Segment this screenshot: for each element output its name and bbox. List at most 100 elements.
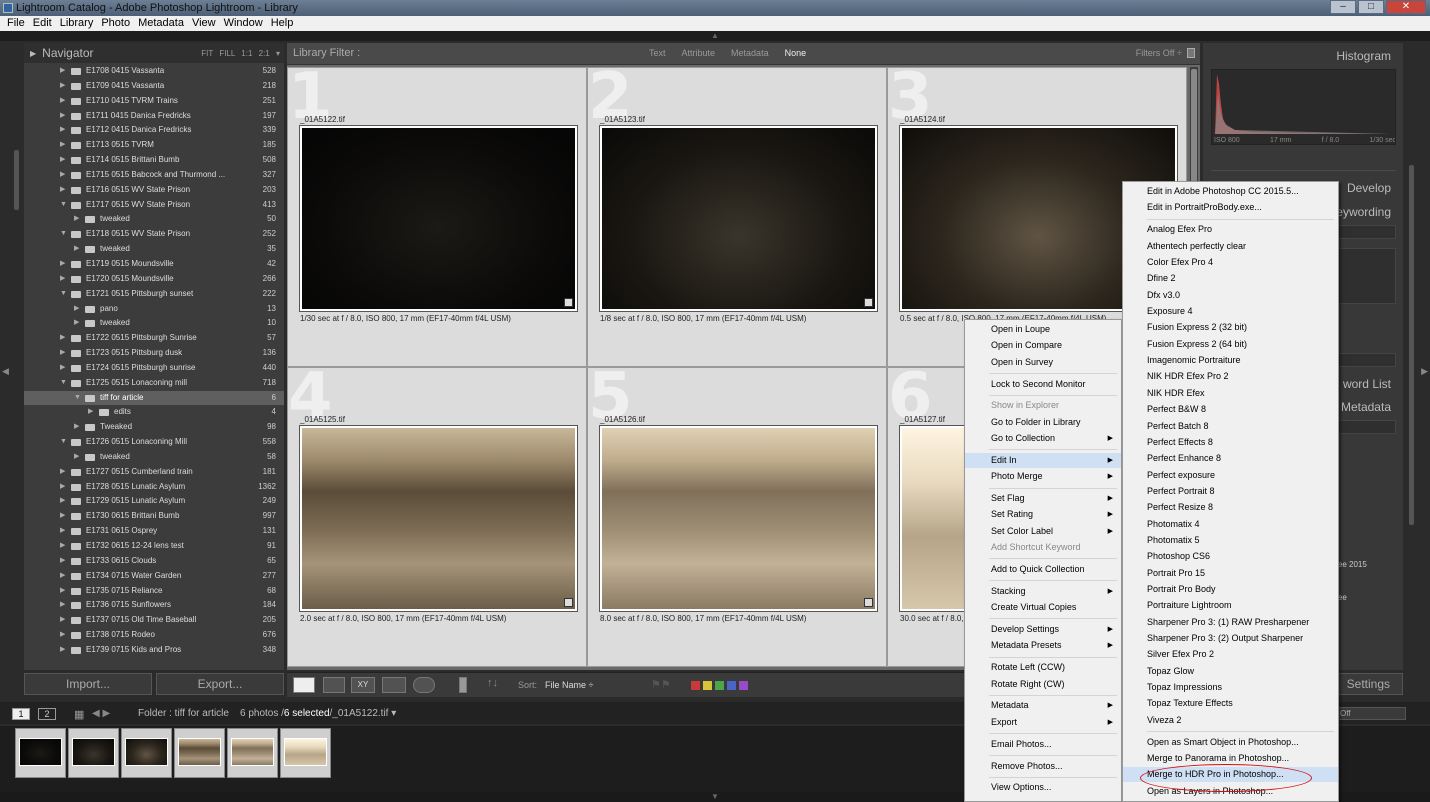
menu-item-nik-hdr-efex[interactable]: NIK HDR Efex [1123, 386, 1338, 401]
folder-row[interactable]: ▼ E1718 0515 WV State Prison 252 [24, 227, 284, 242]
menu-item-sharpener-pro-3-1-raw-presharpener[interactable]: Sharpener Pro 3: (1) RAW Presharpener [1123, 615, 1338, 630]
filter-option-attribute[interactable]: Attribute [682, 48, 716, 58]
menu-item-perfect-b-w-8[interactable]: Perfect B&W 8 [1123, 402, 1338, 417]
folder-row[interactable]: ▶ tweaked 58 [24, 450, 284, 465]
menu-window[interactable]: Window [221, 16, 268, 31]
keywording-panel-title[interactable]: eywording [1336, 205, 1391, 219]
left-panel-toggle-icon[interactable]: ◀ [2, 366, 9, 377]
triangle-down-icon[interactable]: ▼ [60, 287, 67, 302]
triangle-right-icon[interactable]: ▶ [74, 302, 79, 317]
menu-item-imagenomic-portraiture[interactable]: Imagenomic Portraiture [1123, 353, 1338, 368]
folder-row[interactable]: ▶ E1733 0615 Clouds 65 [24, 554, 284, 569]
folder-row[interactable]: ▶ edits 4 [24, 405, 284, 420]
folder-row[interactable]: ▶ E1722 0515 Pittsburgh Sunrise 57 [24, 331, 284, 346]
folder-row[interactable]: ▶ E1732 0615 12-24 lens test 91 [24, 539, 284, 554]
menu-item-photomatix-5[interactable]: Photomatix 5 [1123, 533, 1338, 548]
menu-metadata[interactable]: Metadata [135, 16, 189, 31]
folder-row[interactable]: ▼ tiff for article 6 [24, 390, 284, 406]
triangle-right-icon[interactable]: ▶ [60, 628, 65, 643]
filmstrip-thumbnail[interactable] [15, 728, 66, 778]
triangle-right-icon[interactable]: ▶ [74, 450, 79, 465]
photo-cell[interactable]: 4 _01A5125.tif 2.0 sec at f / 8.0, ISO 800… [287, 360, 587, 667]
menu-file[interactable]: File [4, 16, 30, 31]
triangle-right-icon[interactable]: ▶ [60, 183, 65, 198]
menu-item-rotate-right-cw[interactable]: Rotate Right (CW) [965, 677, 1121, 692]
photo-cell[interactable]: 1 _01A5122.tif 1/30 sec at f / 8.0, ISO 80… [287, 60, 587, 367]
folder-row[interactable]: ▶ E1739 0715 Kids and Pros 348 [24, 643, 284, 658]
menu-item-rotate-left-ccw[interactable]: Rotate Left (CCW) [965, 660, 1121, 675]
photo-thumbnail[interactable] [599, 125, 878, 312]
triangle-right-icon[interactable]: ▶ [60, 598, 65, 613]
filmstrip-thumbnail[interactable] [280, 728, 331, 778]
color-label-swatch[interactable] [703, 681, 712, 690]
triangle-right-icon[interactable]: ▶ [60, 539, 65, 554]
triangle-right-icon[interactable]: ▶ [74, 242, 79, 257]
menu-item-set-rating[interactable]: Set Rating ▶ [965, 507, 1121, 522]
color-label-swatch[interactable] [727, 681, 736, 690]
folder-row[interactable]: ▶ E1723 0515 Pittsburg dusk 136 [24, 346, 284, 361]
menu-item-lock-to-second-monitor[interactable]: Lock to Second Monitor [965, 377, 1121, 392]
menu-item-viveza-2[interactable]: Viveza 2 [1123, 713, 1338, 728]
folder-source[interactable]: Folder : tiff for article [138, 708, 229, 719]
triangle-right-icon[interactable]: ▶ [60, 331, 65, 346]
export-button[interactable]: Export... [156, 673, 284, 695]
filters-status[interactable]: Filters Off ÷ [1136, 48, 1182, 58]
menu-item-silver-efex-pro-2[interactable]: Silver Efex Pro 2 [1123, 647, 1338, 662]
menu-item-remove-photos[interactable]: Remove Photos... [965, 759, 1121, 774]
triangle-right-icon[interactable]: ▶ [60, 79, 65, 94]
grid-icon[interactable]: ▦ [74, 708, 84, 721]
triangle-right-icon[interactable]: ▶ [60, 257, 65, 272]
folder-row[interactable]: ▼ E1717 0515 WV State Prison 413 [24, 198, 284, 213]
folder-row[interactable]: ▶ E1720 0515 Moundsville 266 [24, 272, 284, 287]
current-file[interactable]: /_01A5122.tif ▾ [330, 708, 397, 719]
triangle-right-icon[interactable]: ▶ [60, 138, 65, 153]
menu-item-fusion-express-2-32-bit[interactable]: Fusion Express 2 (32 bit) [1123, 320, 1338, 335]
filmstrip-thumbnail[interactable] [227, 728, 278, 778]
menu-item-view-options[interactable]: View Options... [965, 780, 1121, 795]
menu-item-topaz-impressions[interactable]: Topaz Impressions [1123, 680, 1338, 695]
menu-help[interactable]: Help [268, 16, 299, 31]
menu-item-set-color-label[interactable]: Set Color Label ▶ [965, 524, 1121, 539]
menu-item-develop-settings[interactable]: Develop Settings ▶ [965, 622, 1121, 637]
flag-icon[interactable]: ⚑⚑ [651, 678, 671, 691]
filmstrip-thumbnail[interactable] [121, 728, 172, 778]
menu-item-perfect-resize-8[interactable]: Perfect Resize 8 [1123, 500, 1338, 515]
folder-row[interactable]: ▶ E1738 0715 Rodeo 676 [24, 628, 284, 643]
color-label-swatch[interactable] [691, 681, 700, 690]
menu-item-metadata-presets[interactable]: Metadata Presets ▶ [965, 638, 1121, 653]
menu-item-perfect-effects-8[interactable]: Perfect Effects 8 [1123, 435, 1338, 450]
color-label-swatch[interactable] [715, 681, 724, 690]
menu-item-perfect-batch-8[interactable]: Perfect Batch 8 [1123, 419, 1338, 434]
triangle-right-icon[interactable]: ▶ [60, 584, 65, 599]
triangle-right-icon[interactable]: ▶ [60, 524, 65, 539]
triangle-right-icon[interactable]: ▶ [60, 613, 65, 628]
back-arrow-icon[interactable]: ◀ ▶ [92, 708, 110, 719]
triangle-right-icon[interactable]: ▶ [60, 346, 65, 361]
people-view-icon[interactable] [413, 677, 435, 693]
triangle-right-icon[interactable]: ▶ [60, 494, 65, 509]
triangle-right-icon[interactable]: ▶ [60, 480, 65, 495]
folder-row[interactable]: ▶ pano 13 [24, 302, 284, 317]
develop-panel-title[interactable]: Develop [1347, 181, 1391, 195]
folder-row[interactable]: ▶ E1710 0415 TVRM Trains 251 [24, 94, 284, 109]
triangle-down-icon[interactable]: ▼ [74, 391, 81, 406]
filmstrip-filter-select[interactable]: Off [1336, 707, 1406, 720]
menu-item-perfect-enhance-8[interactable]: Perfect Enhance 8 [1123, 451, 1338, 466]
painter-icon[interactable] [459, 677, 467, 693]
folder-row[interactable]: ▼ E1726 0515 Lonaconing Mill 558 [24, 435, 284, 450]
menu-item-edit-in[interactable]: Edit In ▶ [965, 452, 1121, 468]
folder-row[interactable]: ▶ E1737 0715 Old Time Baseball 205 [24, 613, 284, 628]
folder-row[interactable]: ▶ E1711 0415 Danica Fredricks 197 [24, 109, 284, 124]
menu-item-email-photos[interactable]: Email Photos... [965, 737, 1121, 752]
menu-item-photomatix-4[interactable]: Photomatix 4 [1123, 517, 1338, 532]
triangle-right-icon[interactable]: ▶ [60, 554, 65, 569]
folder-row[interactable]: ▶ E1719 0515 Moundsville 42 [24, 257, 284, 272]
menu-item-photo-merge[interactable]: Photo Merge ▶ [965, 469, 1121, 484]
sort-select[interactable]: File Name ÷ [545, 680, 593, 690]
menu-item-color-efex-pro-4[interactable]: Color Efex Pro 4 [1123, 255, 1338, 270]
import-button[interactable]: Import... [24, 673, 152, 695]
menu-item-perfect-portrait-8[interactable]: Perfect Portrait 8 [1123, 484, 1338, 499]
menu-item-athentech-perfectly-clear[interactable]: Athentech perfectly clear [1123, 239, 1338, 254]
folder-row[interactable]: ▶ E1727 0515 Cumberland train 181 [24, 465, 284, 480]
grid-view-icon[interactable] [293, 677, 315, 693]
